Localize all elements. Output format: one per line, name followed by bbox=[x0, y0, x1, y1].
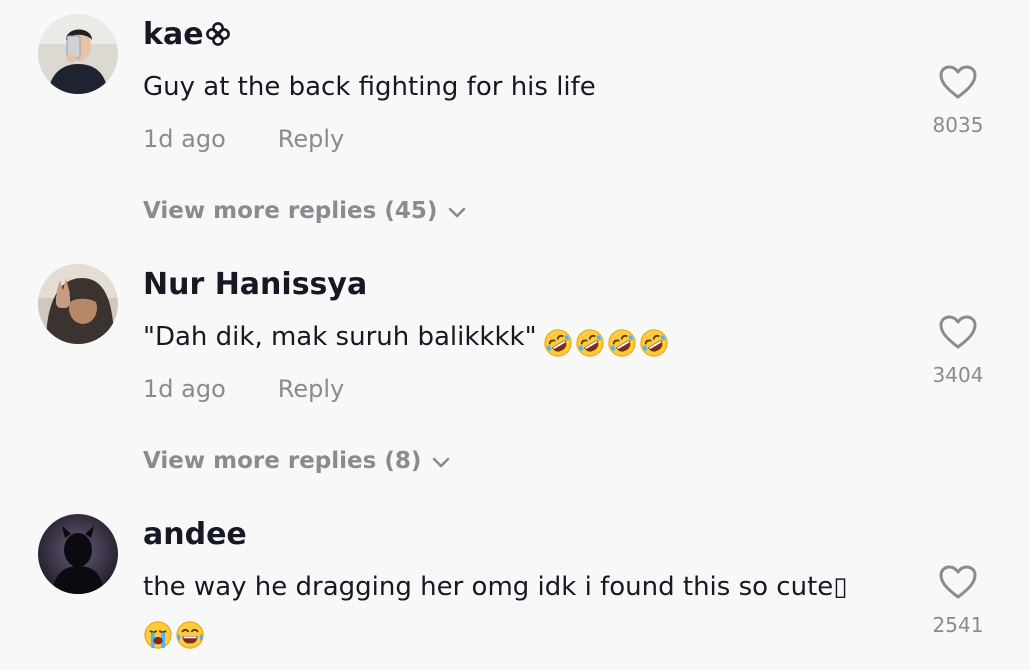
like-count: 3404 bbox=[932, 363, 984, 387]
username[interactable]: andee bbox=[143, 515, 247, 555]
rolling-on-floor-laughing-emoji bbox=[607, 328, 637, 358]
reply-button[interactable]: Reply bbox=[278, 375, 344, 403]
rolling-on-floor-laughing-emoji bbox=[575, 328, 605, 358]
avatar[interactable] bbox=[38, 264, 118, 344]
comment-meta: 1d ago Reply bbox=[143, 122, 344, 156]
comment-text: the way he dragging her omg idk i found … bbox=[143, 566, 903, 655]
timestamp: 1d ago bbox=[143, 375, 226, 403]
comment-meta: 1d ago Reply bbox=[143, 372, 344, 406]
tears-of-joy-emoji bbox=[175, 620, 205, 650]
like-button[interactable]: 8035 bbox=[918, 64, 998, 138]
view-more-replies-button[interactable]: View more replies (45) bbox=[143, 194, 467, 229]
like-button[interactable]: 2541 bbox=[918, 564, 998, 638]
heart-outline-icon[interactable] bbox=[918, 314, 998, 354]
username[interactable]: kae bbox=[143, 15, 231, 58]
heart-outline-icon[interactable] bbox=[918, 564, 998, 604]
emoji-group bbox=[143, 613, 207, 655]
like-count: 2541 bbox=[932, 613, 984, 637]
comment-list: kae Guy at the back fighting for his lif… bbox=[0, 0, 1030, 670]
chevron-down-icon bbox=[447, 195, 467, 229]
rolling-on-floor-laughing-emoji bbox=[639, 328, 669, 358]
four-leaf-clover-icon bbox=[205, 18, 231, 58]
comment-text: "Dah dik, mak suruh balikkkk" bbox=[143, 316, 903, 363]
like-count: 8035 bbox=[932, 113, 984, 137]
emoji-group bbox=[543, 321, 671, 363]
timestamp: 1d ago bbox=[143, 125, 226, 153]
username[interactable]: Nur Hanissya bbox=[143, 265, 367, 305]
reply-button[interactable]: Reply bbox=[278, 125, 344, 153]
chevron-down-icon bbox=[431, 445, 451, 479]
like-button[interactable]: 3404 bbox=[918, 314, 998, 388]
rolling-on-floor-laughing-emoji bbox=[543, 328, 573, 358]
avatar[interactable] bbox=[38, 514, 118, 594]
heart-outline-icon[interactable] bbox=[918, 64, 998, 104]
loudly-crying-emoji bbox=[143, 620, 173, 650]
comment-text: Guy at the back fighting for his life bbox=[143, 72, 596, 102]
view-more-replies-button[interactable]: View more replies (8) bbox=[143, 444, 451, 479]
avatar[interactable] bbox=[38, 14, 118, 94]
